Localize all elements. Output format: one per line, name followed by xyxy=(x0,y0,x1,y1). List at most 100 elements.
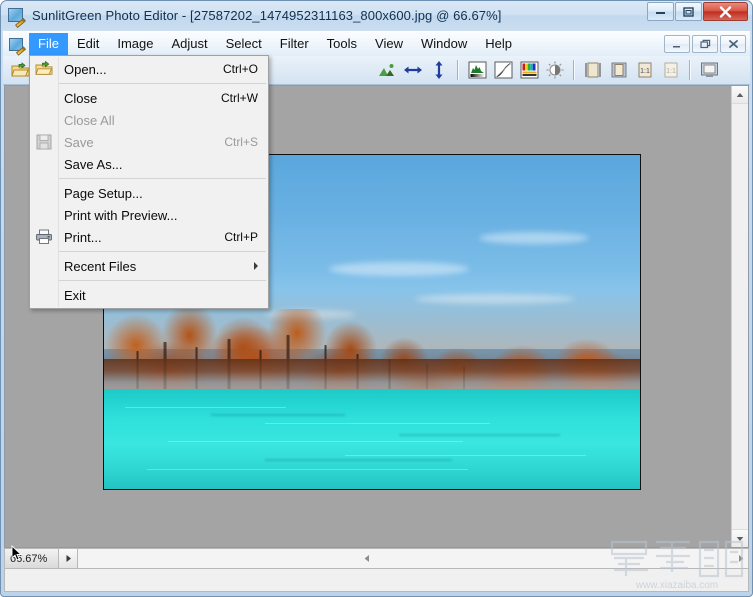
menu-edit[interactable]: Edit xyxy=(68,33,108,55)
horizontal-scroll-row: 66.67% xyxy=(4,548,749,569)
mdi-close-icon xyxy=(728,40,738,48)
scroll-right-arrow-icon xyxy=(739,554,744,562)
menu-item-recent-files[interactable]: Recent Files xyxy=(30,255,268,277)
photo-shoreline xyxy=(104,358,640,389)
svg-text:1:1: 1:1 xyxy=(640,68,650,75)
horizontal-scrollbar[interactable] xyxy=(78,549,748,568)
zoom-reset-icon: 1:1 xyxy=(664,62,678,78)
fit-page-icon xyxy=(611,62,627,78)
flip-horizontal-icon xyxy=(404,66,422,74)
menu-item-print[interactable]: Print... Ctrl+P xyxy=(30,226,268,248)
actual-size-icon: 1:1 xyxy=(638,62,652,78)
scroll-left-button[interactable] xyxy=(364,550,370,568)
scroll-right-button[interactable] xyxy=(738,550,744,568)
menu-item-save: Save Ctrl+S xyxy=(30,131,268,153)
menu-file[interactable]: File xyxy=(29,33,68,55)
scroll-left-arrow-icon xyxy=(364,554,369,562)
menu-item-accel: Ctrl+W xyxy=(221,91,258,105)
menu-item-open[interactable]: Open... Ctrl+O xyxy=(30,58,268,80)
scroll-down-button[interactable] xyxy=(732,529,748,547)
menu-adjust[interactable]: Adjust xyxy=(163,33,217,55)
fit-window-icon xyxy=(585,62,601,78)
open-folder-icon xyxy=(10,61,29,76)
menu-item-close[interactable]: Close Ctrl+W xyxy=(30,87,268,109)
save-disk-icon xyxy=(35,133,53,151)
menu-item-exit[interactable]: Exit xyxy=(30,284,268,306)
close-icon xyxy=(719,5,732,18)
close-button[interactable] xyxy=(703,2,748,21)
open-folder-icon xyxy=(35,60,53,78)
menu-item-save-as[interactable]: Save As... xyxy=(30,153,268,175)
scroll-up-arrow-icon xyxy=(736,92,744,97)
toolbar-separator xyxy=(573,60,575,80)
menu-item-label: Close xyxy=(64,90,98,106)
mdi-window-controls xyxy=(662,35,746,53)
menu-item-page-setup[interactable]: Page Setup... xyxy=(30,182,268,204)
mdi-minimize-icon xyxy=(673,45,680,47)
menu-item-label: Print... xyxy=(64,229,102,245)
toolbar-separator xyxy=(689,60,691,80)
menu-item-label: Recent Files xyxy=(64,258,137,274)
application-window: SunlitGreen Photo Editor - [27587202_147… xyxy=(0,0,753,597)
mdi-restore-icon xyxy=(699,39,710,49)
mouse-cursor-icon xyxy=(11,545,23,561)
title-bar[interactable]: SunlitGreen Photo Editor - [27587202_147… xyxy=(1,1,752,30)
menu-item-print-with-preview[interactable]: Print with Preview... xyxy=(30,204,268,226)
menu-tools[interactable]: Tools xyxy=(318,33,366,55)
menu-view[interactable]: View xyxy=(366,33,412,55)
menu-item-label: Exit xyxy=(64,287,86,303)
brightness-contrast-icon xyxy=(546,61,564,79)
toolbar-fit-window-button[interactable] xyxy=(581,58,605,82)
toolbar-fit-page-button[interactable] xyxy=(607,58,631,82)
color-balance-icon xyxy=(520,61,538,79)
toolbar-flip-vertical-button[interactable] xyxy=(427,58,451,82)
menu-separator xyxy=(59,280,266,281)
scroll-up-button[interactable] xyxy=(732,86,748,104)
file-menu-dropdown[interactable]: Open... Ctrl+O Close Ctrl+W Close All Sa… xyxy=(29,55,269,309)
mdi-restore-button[interactable] xyxy=(692,35,718,53)
mdi-minimize-button[interactable] xyxy=(664,35,690,53)
toolbar-brightness-contrast-button[interactable] xyxy=(543,58,567,82)
toolbar-fullscreen-button[interactable] xyxy=(697,58,721,82)
toolbar-histogram-button[interactable] xyxy=(465,58,489,82)
menu-bar: File Edit Image Adjust Select Filter Too… xyxy=(3,31,750,56)
flip-vertical-icon xyxy=(435,61,443,79)
menu-help[interactable]: Help xyxy=(476,33,521,55)
minimize-button[interactable] xyxy=(647,2,674,21)
scroll-down-arrow-icon xyxy=(736,536,744,541)
toolbar-flip-horizontal-button[interactable] xyxy=(401,58,425,82)
menu-separator xyxy=(59,178,266,179)
minimize-icon xyxy=(656,12,665,14)
menu-item-accel: Ctrl+S xyxy=(224,135,258,149)
menu-select[interactable]: Select xyxy=(217,33,271,55)
zoom-stepper-button[interactable] xyxy=(59,549,78,568)
window-title: SunlitGreen Photo Editor - [27587202_147… xyxy=(32,8,502,23)
vertical-scrollbar[interactable] xyxy=(731,86,748,547)
menu-item-label: Save xyxy=(64,134,94,150)
maximize-icon xyxy=(683,6,694,17)
menu-item-accel: Ctrl+O xyxy=(222,62,258,76)
fullscreen-icon xyxy=(700,62,718,77)
toolbar-color-balance-button[interactable] xyxy=(517,58,541,82)
mdi-document-icon[interactable] xyxy=(9,37,27,56)
toolbar-auto-level-button[interactable] xyxy=(375,58,399,82)
auto-level-icon xyxy=(379,63,394,76)
menu-item-close-all: Close All xyxy=(30,109,268,131)
menu-window[interactable]: Window xyxy=(412,33,476,55)
menu-item-label: Close All xyxy=(64,112,115,128)
toolbar-curves-button[interactable] xyxy=(491,58,515,82)
mdi-close-button[interactable] xyxy=(720,35,746,53)
menu-item-accel: Ctrl+P xyxy=(224,230,258,244)
toolbar-actual-size-button[interactable]: 1:1 xyxy=(633,58,657,82)
menu-filter[interactable]: Filter xyxy=(271,33,318,55)
curves-icon xyxy=(494,61,512,79)
maximize-button[interactable] xyxy=(675,2,702,21)
menu-item-label: Print with Preview... xyxy=(64,207,178,223)
bottom-bars: 66.67% xyxy=(4,548,749,593)
histogram-icon xyxy=(468,61,486,79)
menu-image[interactable]: Image xyxy=(108,33,162,55)
toolbar-zoom-reset-button[interactable]: 1:1 xyxy=(659,58,683,82)
menu-separator xyxy=(59,251,266,252)
toolbar-separator xyxy=(457,60,459,80)
menu-separator xyxy=(59,83,266,84)
